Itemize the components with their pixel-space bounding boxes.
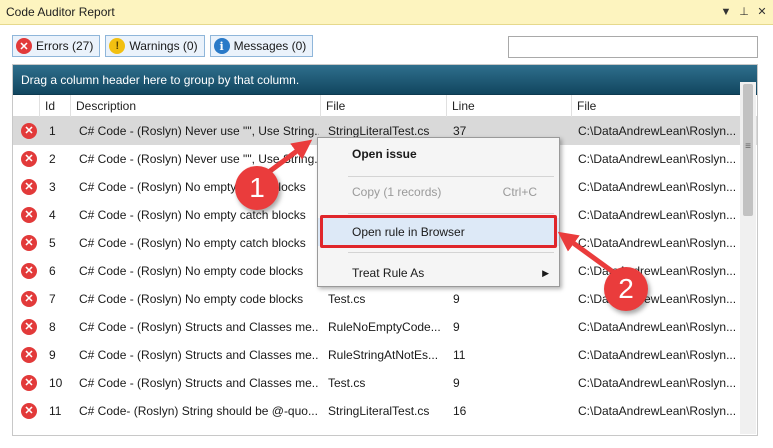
step-1-badge: 1: [235, 166, 279, 210]
step-2-badge: 2: [604, 267, 648, 311]
annotation-arrows: [256, 139, 622, 280]
